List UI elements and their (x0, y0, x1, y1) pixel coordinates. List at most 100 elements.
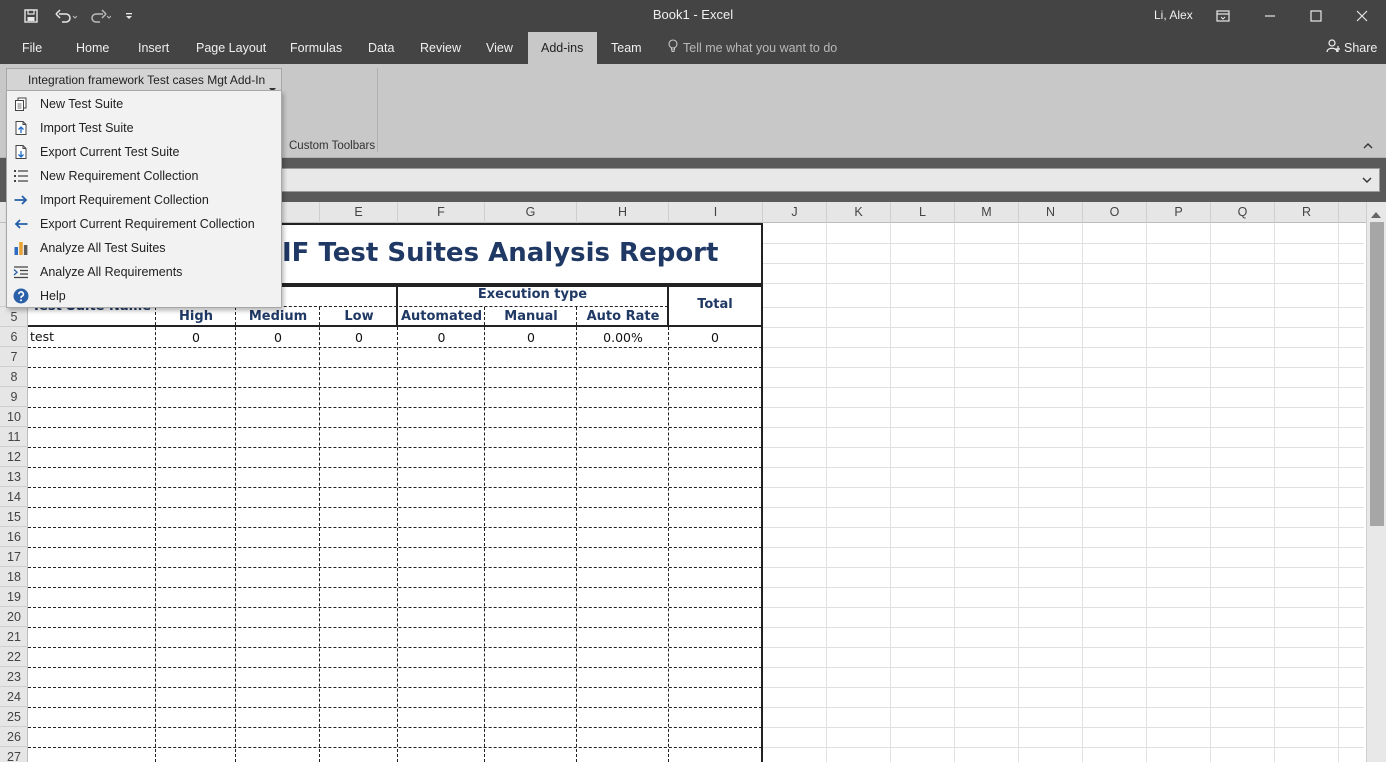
scrollbar-thumb[interactable] (1370, 222, 1384, 526)
row-divider (28, 487, 762, 488)
cell-test-suite-name[interactable]: test (30, 329, 150, 344)
column-header-j[interactable]: J (763, 202, 827, 223)
row-divider (28, 447, 762, 448)
row-header-24[interactable]: 24 (0, 687, 28, 707)
row-header-12[interactable]: 12 (0, 447, 28, 467)
cell-high[interactable]: 0 (156, 330, 236, 345)
column-header-f[interactable]: F (398, 202, 485, 223)
menu-item-analyze-all-test-suites[interactable]: Analyze All Test Suites (7, 236, 281, 260)
row-header-27[interactable]: 27 (0, 747, 28, 762)
user-name[interactable]: Li, Alex (1154, 8, 1193, 22)
row-divider (28, 527, 762, 528)
high-header: High (179, 309, 213, 324)
ribbon-tabs: File Home Insert Page Layout Formulas Da… (0, 32, 1386, 64)
row-header-16[interactable]: 16 (0, 527, 28, 547)
tab-add-ins[interactable]: Add-ins (528, 32, 597, 64)
column-header-g[interactable]: G (485, 202, 577, 223)
row-header-14[interactable]: 14 (0, 487, 28, 507)
column-header-r[interactable]: R (1275, 202, 1339, 223)
copy-icon (13, 96, 29, 112)
row-divider (28, 567, 762, 568)
column-header-h[interactable]: H (577, 202, 669, 223)
cell-auto-rate[interactable]: 0.00% (577, 330, 669, 345)
tab-file[interactable]: File (14, 32, 50, 64)
vertical-scrollbar[interactable] (1366, 202, 1386, 762)
row-header-22[interactable]: 22 (0, 647, 28, 667)
row-header-15[interactable]: 15 (0, 507, 28, 527)
menu-item-import-requirement-collection[interactable]: Import Requirement Collection (7, 188, 281, 212)
row-header-5[interactable]: 5 (0, 307, 28, 327)
share-button[interactable]: Share (1326, 32, 1377, 64)
cell-automated[interactable]: 0 (398, 330, 485, 345)
row-header-8[interactable]: 8 (0, 367, 28, 387)
menu-item-export-requirement-collection[interactable]: Export Current Requirement Collection (7, 212, 281, 236)
menu-item-import-test-suite[interactable]: Import Test Suite (7, 116, 281, 140)
export-file-icon (13, 144, 29, 160)
column-header-k[interactable]: K (827, 202, 891, 223)
row-header-19[interactable]: 19 (0, 587, 28, 607)
tab-page-layout[interactable]: Page Layout (188, 32, 274, 64)
row-header-21[interactable]: 21 (0, 627, 28, 647)
ribbon-display-icon[interactable] (1210, 0, 1236, 32)
row-header-23[interactable]: 23 (0, 667, 28, 687)
cell-manual[interactable]: 0 (485, 330, 577, 345)
column-header-m[interactable]: M (955, 202, 1019, 223)
gridline (1338, 223, 1339, 762)
menu-item-label: Analyze All Test Suites (40, 241, 166, 255)
group-separator (377, 68, 378, 152)
column-header-n[interactable]: N (1019, 202, 1083, 223)
addin-dropdown-label: Integration framework Test cases Mgt Add… (28, 73, 266, 87)
tab-data[interactable]: Data (360, 32, 402, 64)
row-header-18[interactable]: 18 (0, 567, 28, 587)
tab-team[interactable]: Team (603, 32, 650, 64)
column-header-p[interactable]: P (1147, 202, 1211, 223)
row-divider (28, 687, 762, 688)
menu-item-new-requirement-collection[interactable]: New Requirement Collection (7, 164, 281, 188)
lightbulb-icon (668, 33, 678, 65)
formula-bar[interactable] (280, 168, 1380, 192)
tab-home[interactable]: Home (68, 32, 117, 64)
column-header-o[interactable]: O (1083, 202, 1147, 223)
cell-medium[interactable]: 0 (236, 330, 320, 345)
row-header-11[interactable]: 11 (0, 427, 28, 447)
menu-item-help[interactable]: Help (7, 284, 281, 308)
row-header-20[interactable]: 20 (0, 607, 28, 627)
menu-item-analyze-all-requirements[interactable]: Analyze All Requirements (7, 260, 281, 284)
row-header-17[interactable]: 17 (0, 547, 28, 567)
column-header-l[interactable]: L (891, 202, 955, 223)
menu-item-export-test-suite[interactable]: Export Current Test Suite (7, 140, 281, 164)
cell-total[interactable]: 0 (669, 330, 761, 345)
row-header-26[interactable]: 26 (0, 727, 28, 747)
row-header-6[interactable]: 6 (0, 327, 28, 347)
report-border-right (761, 223, 763, 762)
minimize-icon[interactable] (1258, 0, 1282, 32)
tab-review[interactable]: Review (412, 32, 469, 64)
collapse-ribbon-icon[interactable] (1362, 138, 1378, 154)
column-header-i[interactable]: I (669, 202, 763, 223)
tab-view[interactable]: View (478, 32, 521, 64)
custom-toolbars-group-label: Custom Toolbars (289, 140, 376, 152)
row-header-10[interactable]: 10 (0, 407, 28, 427)
menu-item-label: New Requirement Collection (40, 169, 199, 183)
row-header-9[interactable]: 9 (0, 387, 28, 407)
expand-formula-bar-icon[interactable] (1361, 173, 1373, 185)
gridline (954, 223, 955, 762)
close-icon[interactable] (1350, 0, 1374, 32)
column-header-e[interactable]: E (320, 202, 398, 223)
tell-me-box[interactable]: Tell me what you want to do (668, 32, 837, 64)
maximize-icon[interactable] (1304, 0, 1328, 32)
cell-low[interactable]: 0 (320, 330, 398, 345)
tell-me-text: Tell me what you want to do (683, 41, 838, 55)
row-header-13[interactable]: 13 (0, 467, 28, 487)
row-divider (28, 727, 762, 728)
gridline (1146, 223, 1147, 762)
column-header-q[interactable]: Q (1211, 202, 1275, 223)
tab-insert[interactable]: Insert (130, 32, 177, 64)
col-divider (397, 327, 398, 762)
row-header-25[interactable]: 25 (0, 707, 28, 727)
tab-formulas[interactable]: Formulas (282, 32, 350, 64)
column-header-d[interactable] (282, 202, 320, 223)
row-header-7[interactable]: 7 (0, 347, 28, 367)
addin-dropdown[interactable]: Integration framework Test cases Mgt Add… (6, 68, 282, 92)
menu-item-new-test-suite[interactable]: New Test Suite (7, 92, 281, 116)
